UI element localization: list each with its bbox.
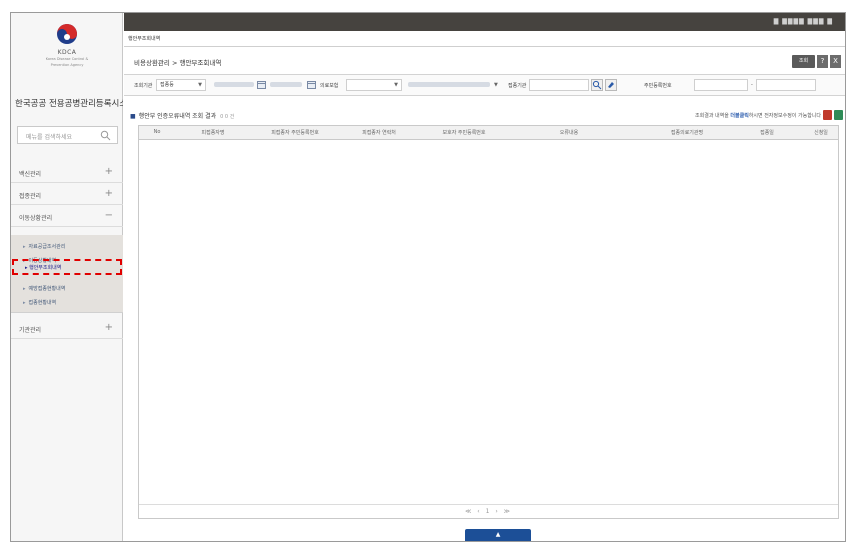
result-count: 0 0 건 xyxy=(220,114,235,120)
search-institution-button[interactable] xyxy=(591,79,603,91)
bullet-icon: ▸ xyxy=(23,244,26,250)
column-header[interactable]: 접종일 xyxy=(760,129,774,136)
eraser-icon xyxy=(608,82,614,88)
resident-number-back[interactable] xyxy=(756,79,816,91)
institution-field[interactable] xyxy=(529,79,589,91)
date-label: 의료보험 xyxy=(320,83,339,89)
logo-subtitle: Prevention Agency xyxy=(50,63,84,67)
calendar-icon[interactable] xyxy=(307,80,316,89)
collapse-icon[interactable]: − xyxy=(105,210,113,221)
excel-export-icon[interactable] xyxy=(834,110,843,120)
scroll-up-button[interactable]: ▲ xyxy=(465,529,531,541)
result-header: ■ 행안부 인증오류내역 조회 결과 0 0 건 조회결과 내역을 더블클릭하시면 … xyxy=(124,107,845,123)
column-header[interactable]: 신청일 xyxy=(814,129,828,136)
menu-group-label: 접종관리 xyxy=(19,193,42,200)
expand-icon[interactable]: + xyxy=(105,166,113,177)
sidebar: KDCA Korea Disease Control & Prevention … xyxy=(11,13,123,541)
kdca-logo-icon xyxy=(57,24,77,44)
logo: KDCA Korea Disease Control & Prevention … xyxy=(11,23,123,68)
submenu-item[interactable]: ▸ 자료공급조서관리 xyxy=(23,243,65,250)
result-title: ■ 행안부 인증오류내역 조회 결과 0 0 건 xyxy=(130,113,235,120)
chevron-down-icon: ▼ xyxy=(198,82,202,88)
main-content: ▇ ▇▇▇▇ ▇▇▇ ▇ 행안부조회내역 비용상환관리 > 행안부조회내역 조회… xyxy=(124,13,845,541)
user-info: ▇ ▇▇▇▇ ▇▇▇ ▇ xyxy=(773,18,833,25)
system-title: 한국공공 전용공병관리등록시스템 xyxy=(15,99,123,109)
column-header[interactable]: 오류내용 xyxy=(560,129,578,136)
pagination[interactable]: ≪ ‹ 1 › ≫ xyxy=(139,504,838,518)
tab-strip: 행안부조회내역 xyxy=(124,31,845,47)
column-header[interactable]: 보호자 주민등록번호 xyxy=(443,129,486,136)
menu-search-input[interactable]: 메뉴를 검색하세요 xyxy=(17,126,118,144)
highlight-box xyxy=(12,259,122,275)
breadcrumb: 비용상환관리 > 행안부조회내역 xyxy=(134,59,222,67)
logo-text: KDCA xyxy=(57,49,77,56)
menu-group-label: 이동상황관리 xyxy=(19,215,53,222)
menu-group-institution[interactable]: 기관관리 + xyxy=(11,319,123,339)
column-header[interactable]: 접종의료기관명 xyxy=(671,129,703,136)
submenu-item[interactable]: ▸ 접종현황내역 xyxy=(23,299,56,306)
region-label: 접종기관 xyxy=(508,83,527,89)
tab-active[interactable]: 행안부조회내역 xyxy=(128,35,160,42)
org-label: 조회기관 xyxy=(134,83,153,89)
org-select[interactable]: 접종등 ▼ xyxy=(156,79,206,91)
menu-group-vaccination[interactable]: 접종관리 + xyxy=(11,185,123,205)
result-table: No 피접종자명 피접종자 주민등록번호 피접종자 연락처 보호자 주민등록번호… xyxy=(138,125,839,519)
redacted-field xyxy=(214,82,254,87)
bullet-icon: ▸ xyxy=(23,300,26,306)
column-header[interactable]: 피접종자명 xyxy=(201,129,224,136)
table-header: No 피접종자명 피접종자 주민등록번호 피접종자 연락처 보호자 주민등록번호… xyxy=(139,126,838,140)
logo-subtitle: Korea Disease Control & xyxy=(45,57,89,61)
bullet-icon: ■ xyxy=(130,113,136,120)
search-icon xyxy=(592,80,602,90)
chevron-down-icon: ▼ xyxy=(394,82,398,88)
pagination-controls[interactable]: ≪ ‹ 1 › ≫ xyxy=(465,508,512,515)
column-header[interactable]: 피접종자 연락처 xyxy=(362,129,396,136)
submenu-item[interactable]: ▸ 예방접종현황내역 xyxy=(23,285,65,292)
column-header[interactable]: No xyxy=(154,129,161,135)
query-button[interactable]: 조회 xyxy=(792,55,815,68)
resident-number-front[interactable] xyxy=(694,79,748,91)
separator: - xyxy=(751,82,753,88)
clear-button[interactable] xyxy=(605,79,617,91)
breadcrumb-row: 비용상환관리 > 행안부조회내역 조회 ? X xyxy=(124,47,845,73)
search-placeholder: 메뉴를 검색하세요 xyxy=(26,134,73,141)
help-button[interactable]: ? xyxy=(817,55,828,68)
resident-number-label: 주민등록번호 xyxy=(644,83,672,89)
menu-group-vaccine[interactable]: 백신관리 + xyxy=(11,163,123,183)
column-header[interactable]: 피접종자 주민등록번호 xyxy=(271,129,319,136)
close-button[interactable]: X xyxy=(830,55,841,68)
insurance-select[interactable]: ▼ xyxy=(346,79,402,91)
expand-icon[interactable]: + xyxy=(105,322,113,333)
bullet-icon: ▸ xyxy=(23,286,26,292)
redacted-field xyxy=(270,82,302,87)
chevron-down-icon[interactable]: ▼ xyxy=(494,82,498,88)
filter-bar: 조회기관 접종등 ▼ 의료보험 ▼ ▼ 접종기관 주민등록번호 - xyxy=(124,74,845,96)
menu-group-label: 백신관리 xyxy=(19,171,42,178)
menu-group-movement[interactable]: 이동상황관리 − xyxy=(11,207,123,227)
result-note: 조회결과 내역을 더블클릭하시면 전자정보수정이 가능합니다 xyxy=(695,113,821,119)
app-window: KDCA Korea Disease Control & Prevention … xyxy=(10,12,846,542)
search-icon[interactable] xyxy=(100,130,111,141)
calendar-icon[interactable] xyxy=(257,80,266,89)
redacted-field xyxy=(408,82,490,87)
expand-icon[interactable]: + xyxy=(105,188,113,199)
pdf-export-icon[interactable] xyxy=(823,110,832,120)
top-bar: ▇ ▇▇▇▇ ▇▇▇ ▇ xyxy=(124,13,845,31)
menu-group-label: 기관관리 xyxy=(19,327,42,334)
